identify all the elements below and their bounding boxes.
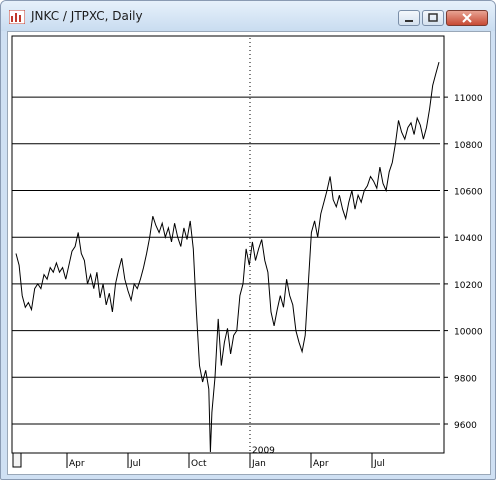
y-tick-label: 10000: [454, 328, 483, 338]
close-icon: [462, 13, 472, 23]
year-label: 2009: [252, 446, 275, 456]
maximize-button[interactable]: [422, 10, 444, 26]
y-tick-label: 10200: [454, 281, 483, 291]
chart-window: JNKC / JTPXC, Daily 11000 10800 10600 10400…: [0, 0, 496, 480]
x-tick-label: Oct: [191, 459, 207, 469]
plot-frame: [11, 35, 445, 454]
title-bar[interactable]: JNKC / JTPXC, Daily: [1, 1, 495, 31]
y-tick-label: 10800: [454, 141, 483, 151]
scroll-thumb[interactable]: [12, 452, 22, 468]
y-tick-label: 10400: [454, 234, 483, 244]
x-tick-label: Apr: [69, 459, 85, 469]
x-tick-label: Jan: [251, 459, 266, 469]
chart-area: 11000 10800 10600 10400 10200 10000 9800 9600 A…: [7, 31, 491, 475]
x-tick-label: Jul: [373, 459, 385, 469]
minimize-icon: [405, 20, 413, 22]
close-button[interactable]: [446, 10, 488, 26]
y-tick-label: 9600: [454, 421, 477, 431]
x-tick-label: Apr: [313, 459, 329, 469]
minimize-button[interactable]: [398, 10, 420, 26]
y-tick-label: 9800: [454, 374, 477, 384]
maximize-icon: [428, 13, 438, 22]
chart-app-icon: [8, 9, 26, 25]
y-tick-label: 10600: [454, 188, 483, 198]
window-title: JNKC / JTPXC, Daily: [31, 9, 143, 23]
price-chart: 11000 10800 10600 10400 10200 10000 9800 9600 A…: [11, 35, 483, 469]
y-tick-label: 11000: [454, 94, 483, 104]
x-tick-label: Jul: [129, 459, 141, 469]
